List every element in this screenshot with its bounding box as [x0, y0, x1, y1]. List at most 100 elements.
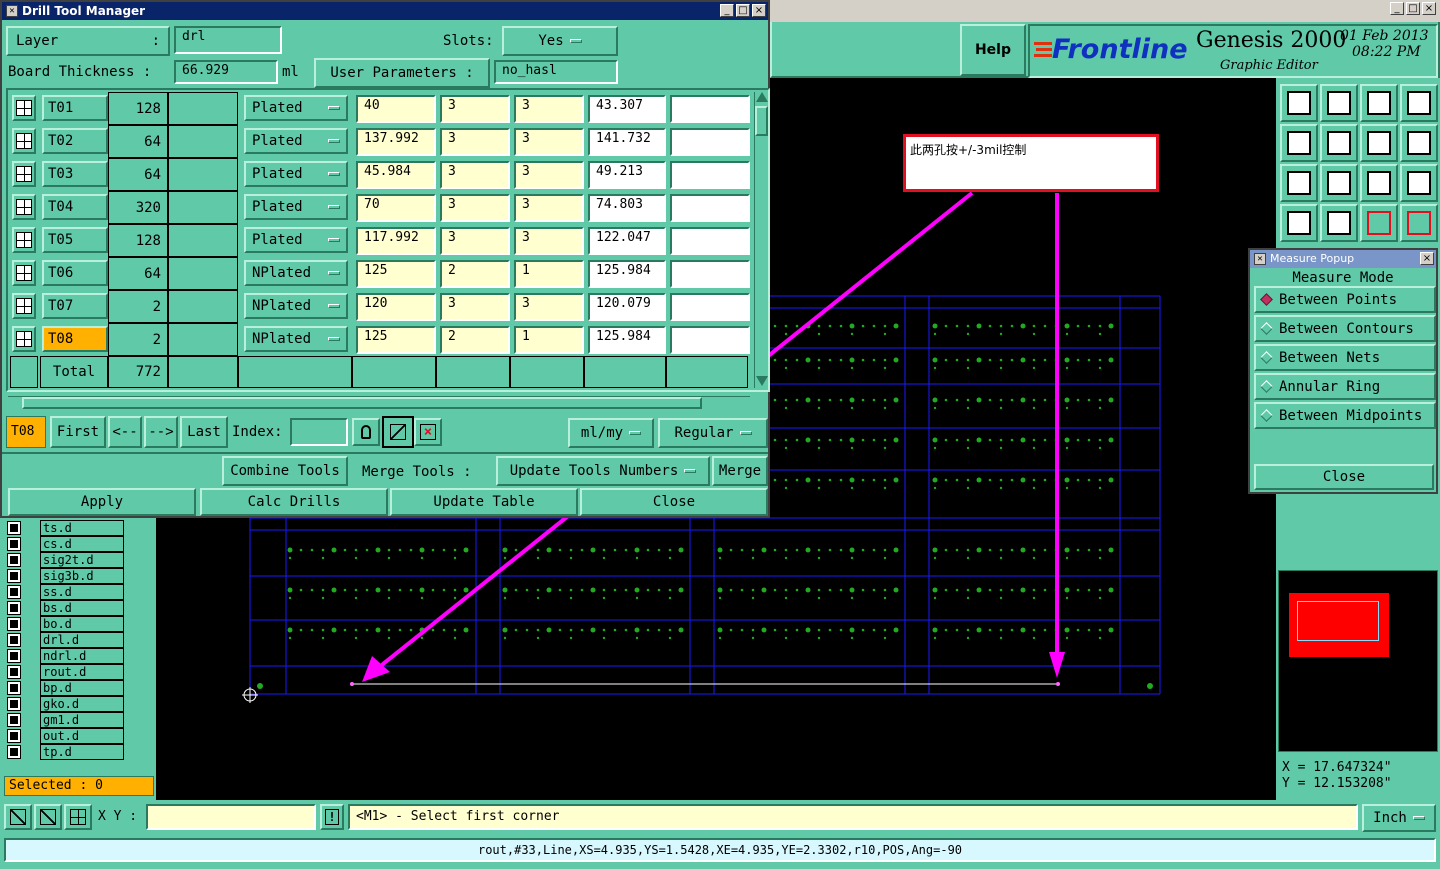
drill-size-field[interactable]: 125	[356, 326, 436, 354]
measure-close-button[interactable]: Close	[1254, 464, 1434, 490]
tool-row[interactable]: T05 128 Plated 117.992 3 3 122.047	[10, 224, 750, 257]
minimize-icon[interactable]: _	[1390, 2, 1404, 15]
measure-titlebar[interactable]: Measure Popup	[1250, 250, 1436, 268]
tool-row[interactable]: T03 64 Plated 45.984 3 3 49.213	[10, 158, 750, 191]
delete-tool-button[interactable]: ×	[414, 418, 442, 446]
tool-type-select[interactable]: Plated	[244, 95, 348, 121]
measure-option[interactable]: Annular Ring	[1254, 373, 1436, 400]
tool-type-select[interactable]: NPlated	[244, 260, 348, 286]
tol-minus-field[interactable]: 1	[514, 326, 584, 354]
tol-plus-field[interactable]: 2	[440, 326, 510, 354]
layer-item[interactable]: bo.d	[6, 616, 124, 632]
measure-close-icon[interactable]: ×	[1420, 252, 1434, 265]
tol-minus-field[interactable]: 3	[514, 227, 584, 255]
help-button[interactable]: Help	[960, 24, 1026, 76]
tol-plus-field[interactable]: 3	[440, 161, 510, 189]
tool-type-select[interactable]: Plated	[244, 161, 348, 187]
overview-map[interactable]	[1278, 570, 1438, 752]
netlist-alt-tool-button[interactable]	[1400, 204, 1438, 242]
tool-type-select[interactable]: Plated	[244, 227, 348, 253]
arrow-left-tool-button[interactable]	[1280, 124, 1318, 162]
drill-size-field[interactable]: 137.992	[356, 128, 436, 156]
scroll-up-icon[interactable]	[756, 92, 768, 102]
next-button[interactable]: -->	[144, 416, 178, 448]
tol-minus-field[interactable]: 1	[514, 260, 584, 288]
edit-tool-button[interactable]	[382, 416, 414, 448]
layer-checkbox[interactable]	[8, 666, 20, 678]
tool-type-select[interactable]: NPlated	[244, 293, 348, 319]
close-button[interactable]: Close	[580, 488, 768, 516]
scroll-thumb[interactable]	[755, 106, 768, 136]
scale-tool-button[interactable]	[1360, 164, 1398, 202]
layer-item[interactable]: sig3b.d	[6, 568, 124, 584]
finish-size-field[interactable]: 49.213	[588, 161, 666, 189]
home-tool-button[interactable]	[1360, 84, 1398, 122]
mode-select[interactable]: Regular	[658, 418, 768, 448]
layer-checkbox[interactable]	[8, 682, 20, 694]
layer-checkbox[interactable]	[8, 522, 20, 534]
note-field[interactable]	[670, 293, 750, 321]
drill-close-icon[interactable]: ×	[752, 4, 766, 17]
expand-row-button[interactable]	[12, 95, 36, 121]
note-field[interactable]	[670, 227, 750, 255]
units-inch-select[interactable]: Inch	[1362, 804, 1436, 832]
netlist-tool-button[interactable]	[1360, 204, 1398, 242]
layer-item[interactable]: gko.d	[6, 696, 124, 712]
expand-row-button[interactable]	[12, 260, 36, 286]
maximize-icon[interactable]: □	[1406, 2, 1420, 15]
h-scroll-thumb[interactable]	[22, 397, 702, 409]
finish-size-field[interactable]: 122.047	[588, 227, 666, 255]
measure-option[interactable]: Between Midpoints	[1254, 402, 1436, 429]
tool-type-select[interactable]: Plated	[244, 128, 348, 154]
layer-item[interactable]: sig2t.d	[6, 552, 124, 568]
upload-tool-button[interactable]	[1280, 84, 1318, 122]
tool-name[interactable]: T02	[42, 128, 108, 154]
finish-size-field[interactable]: 74.803	[588, 194, 666, 222]
center-tool-button[interactable]	[1320, 164, 1358, 202]
alert-button[interactable]: !	[320, 804, 344, 830]
tol-plus-field[interactable]: 3	[440, 128, 510, 156]
layer-checkbox[interactable]	[8, 618, 20, 630]
finish-size-field[interactable]: 120.079	[588, 293, 666, 321]
layer-item[interactable]: bs.d	[6, 600, 124, 616]
layer-item[interactable]: gm1.d	[6, 712, 124, 728]
layer-checkbox[interactable]	[8, 570, 20, 582]
measure-option[interactable]: Between Nets	[1254, 344, 1436, 371]
tol-plus-field[interactable]: 3	[440, 227, 510, 255]
tol-minus-field[interactable]: 3	[514, 161, 584, 189]
tol-minus-field[interactable]: 3	[514, 194, 584, 222]
tol-plus-field[interactable]: 3	[440, 293, 510, 321]
drill-size-field[interactable]: 70	[356, 194, 436, 222]
finish-size-field[interactable]: 43.307	[588, 95, 666, 123]
layer-item[interactable]: cs.d	[6, 536, 124, 552]
note-field[interactable]	[670, 95, 750, 123]
expand-row-button[interactable]	[12, 227, 36, 253]
layer-item[interactable]: out.d	[6, 728, 124, 744]
layer-checkbox[interactable]	[8, 730, 20, 742]
layer-button[interactable]: Layer :	[6, 26, 170, 56]
expand-row-button[interactable]	[12, 128, 36, 154]
layer-checkbox[interactable]	[8, 714, 20, 726]
expand-row-button[interactable]	[12, 293, 36, 319]
fit-vertical-tool-button[interactable]	[1280, 164, 1318, 202]
s-curve-tool-button[interactable]	[1400, 124, 1438, 162]
layer-item[interactable]: ss.d	[6, 584, 124, 600]
merge-button[interactable]: Merge	[712, 456, 768, 486]
tool-row[interactable]: T08 2 NPlated 125 2 1 125.984	[10, 323, 750, 356]
tool-row[interactable]: T04 320 Plated 70 3 3 74.803	[10, 191, 750, 224]
drill-size-field[interactable]: 125	[356, 260, 436, 288]
calc-drills-button[interactable]: Calc Drills	[200, 488, 388, 516]
layer-checkbox[interactable]	[8, 602, 20, 614]
arrow-right-tool-button[interactable]	[1320, 124, 1358, 162]
tool-row[interactable]: T01 128 Plated 40 3 3 43.307	[10, 92, 750, 125]
vertical-scrollbar[interactable]	[754, 92, 768, 388]
tool-name[interactable]: T03	[42, 161, 108, 187]
note-field[interactable]	[670, 260, 750, 288]
tol-plus-field[interactable]: 2	[440, 260, 510, 288]
drill-minimize-icon[interactable]: _	[720, 4, 734, 17]
tool-name[interactable]: T04	[42, 194, 108, 220]
layer-checkbox[interactable]	[8, 746, 20, 758]
snap-tool-button[interactable]	[1280, 204, 1318, 242]
tool-row[interactable]: T02 64 Plated 137.992 3 3 141.732	[10, 125, 750, 158]
finish-size-field[interactable]: 125.984	[588, 326, 666, 354]
